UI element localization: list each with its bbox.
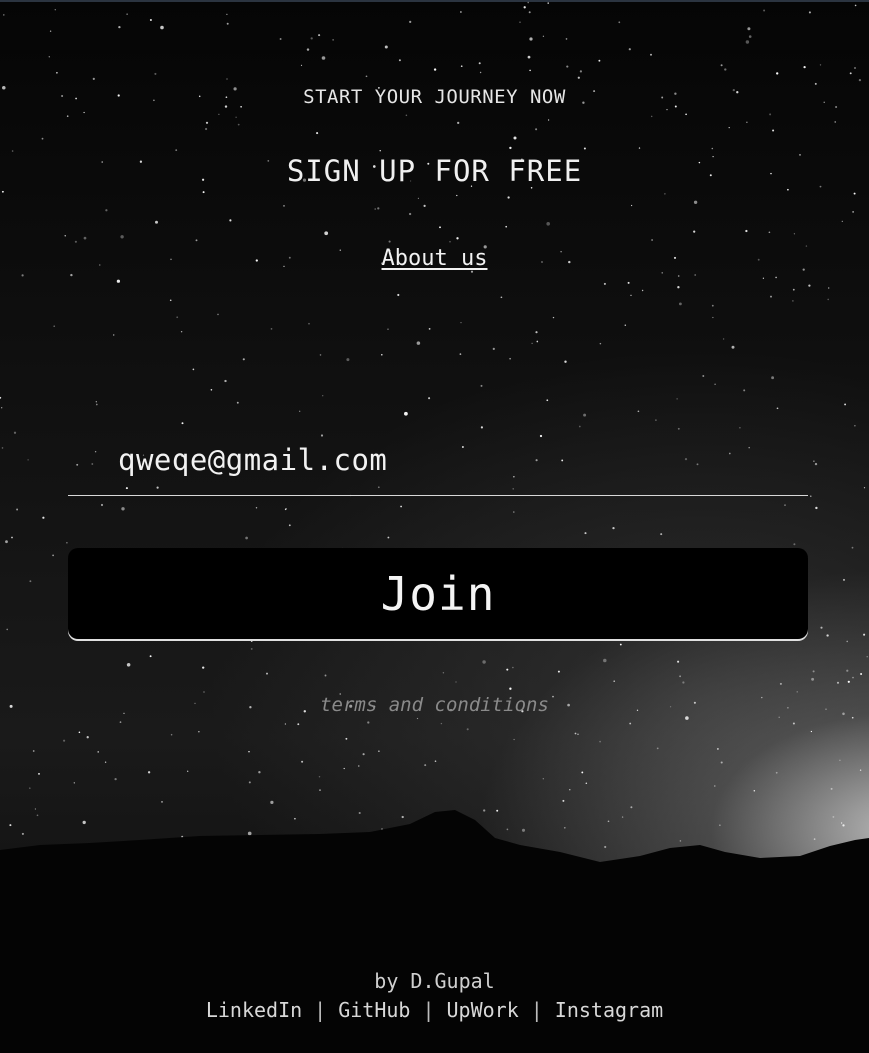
email-input[interactable] — [68, 430, 808, 496]
signup-page: START YOUR JOURNEY NOW SIGN UP FOR FREE … — [0, 0, 869, 1053]
footer-author: by D.Gupal — [374, 969, 495, 993]
footer-links: LinkedIn | GitHub | UpWork | Instagram — [0, 998, 869, 1022]
footer-separator: | — [314, 998, 327, 1022]
terms-link[interactable]: terms and conditions — [0, 694, 869, 716]
join-button[interactable]: Join — [68, 548, 808, 639]
footer-separator: | — [422, 998, 435, 1022]
journey-subtitle: START YOUR JOURNEY NOW — [303, 86, 566, 108]
about-us-container: About us — [0, 246, 869, 271]
about-us-link[interactable]: About us — [382, 246, 488, 271]
signup-title: SIGN UP FOR FREE — [286, 154, 583, 188]
linkedin-link[interactable]: LinkedIn — [206, 998, 302, 1022]
instagram-link[interactable]: Instagram — [555, 998, 663, 1022]
footer-separator: | — [530, 998, 543, 1022]
upwork-link[interactable]: UpWork — [447, 998, 519, 1022]
github-link[interactable]: GitHub — [338, 998, 410, 1022]
